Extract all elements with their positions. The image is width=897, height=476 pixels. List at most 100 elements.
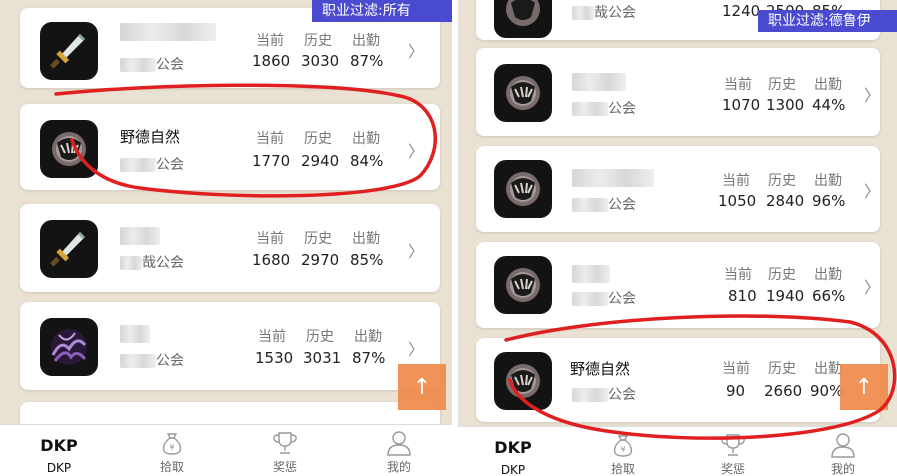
- current-dkp-label: 当前: [724, 77, 752, 93]
- redacted-name: [120, 22, 216, 41]
- history-dkp-value: 1300: [766, 96, 805, 114]
- trophy-icon: [719, 431, 747, 459]
- tab-label: DKP: [46, 461, 72, 475]
- svg-text:¥: ¥: [169, 443, 174, 452]
- member-name: 野德自然: [120, 128, 181, 146]
- tab-label: 奖惩: [720, 462, 745, 476]
- redacted-name: [572, 264, 610, 283]
- tab-label: 拾取: [159, 460, 184, 474]
- history-dkp-value: 2940: [301, 152, 340, 170]
- history-dkp-value: 2970: [301, 251, 340, 269]
- redacted-guild: [572, 102, 608, 116]
- current-dkp-value: 1860: [252, 52, 291, 70]
- history-dkp-label: 历史: [304, 33, 332, 49]
- member-name: [572, 168, 654, 187]
- attendance-value: 85%: [350, 251, 384, 269]
- attendance-label: 出勤: [814, 361, 842, 377]
- guild-name: 公会: [120, 350, 184, 370]
- member-card[interactable]: 哉公会 当前 历史 出勤 1680 2970 85% 〉: [20, 204, 440, 292]
- redacted-guild: [120, 58, 156, 72]
- tab-profile[interactable]: 我的: [344, 425, 452, 476]
- bear-claw-icon: [494, 256, 552, 314]
- bottom-tab-bar: DKP DKP ¥ 拾取 奖惩 我的: [458, 426, 897, 476]
- attendance-label: 出勤: [354, 329, 382, 345]
- bear-claw-icon: [494, 64, 552, 122]
- history-dkp-label: 历史: [306, 329, 334, 345]
- dkp-text-icon: DKP: [40, 435, 78, 455]
- redacted-guild: [572, 198, 608, 212]
- user-icon: [829, 431, 857, 459]
- member-card[interactable]: 野德自然 公会 当前 历史 出勤 1770 2940 84% 〉: [20, 104, 440, 190]
- member-card[interactable]: 公会 当前 历史 出勤 1530 3031 87% 〉: [20, 302, 440, 390]
- history-dkp-label: 历史: [304, 231, 332, 247]
- current-dkp-label: 当前: [256, 131, 284, 147]
- attendance-value: 84%: [350, 152, 384, 170]
- tab-label: 奖惩: [272, 460, 297, 474]
- redacted-guild: [572, 6, 594, 20]
- attendance-label: 出勤: [352, 231, 380, 247]
- redacted-guild: [572, 292, 608, 306]
- guild-name: 公会: [572, 98, 636, 118]
- redacted-guild: [572, 388, 608, 402]
- history-dkp-label: 历史: [768, 267, 796, 283]
- member-card[interactable]: 公会 当前 历史 出勤 1050 2840 96% 〉: [476, 146, 880, 232]
- bear-claw-icon: [40, 120, 98, 178]
- guild-name: 哉公会: [120, 252, 184, 272]
- member-card[interactable]: 野德自然 公会 当前 历史 出勤 90 2660 90%: [476, 338, 880, 422]
- tab-dkp[interactable]: DKP DKP: [458, 427, 568, 476]
- chevron-right-icon: 〉: [408, 340, 425, 359]
- attendance-value: 66%: [812, 287, 846, 305]
- member-name: [572, 264, 610, 283]
- redacted-guild: [120, 256, 142, 270]
- bear-claw-icon: [494, 160, 552, 218]
- current-dkp-value: 90: [726, 382, 746, 400]
- current-dkp-value: 1240: [722, 2, 761, 20]
- scroll-to-top-button[interactable]: ↑: [840, 364, 888, 410]
- tab-label: 拾取: [610, 462, 635, 476]
- tab-loot[interactable]: ¥ 拾取: [117, 425, 227, 476]
- history-dkp-value: 3030: [301, 52, 340, 70]
- attendance-label: 出勤: [352, 33, 380, 49]
- member-name: [120, 324, 150, 343]
- attendance-value: 96%: [812, 192, 846, 210]
- redacted-guild: [120, 158, 156, 172]
- member-name: [572, 72, 626, 91]
- tab-rewards[interactable]: 奖惩: [678, 427, 788, 476]
- shadow-tentacle-icon: [40, 318, 98, 376]
- tab-loot[interactable]: ¥ 拾取: [568, 427, 678, 476]
- guild-name: 公会: [572, 194, 636, 214]
- bear-claw-icon: [494, 352, 552, 410]
- current-dkp-value: 1680: [252, 251, 291, 269]
- chevron-right-icon: 〉: [408, 42, 425, 61]
- member-card[interactable]: 公会 当前 历史 出勤 810 1940 66% 〉: [476, 242, 880, 328]
- attendance-value: 44%: [812, 96, 846, 114]
- tab-label: DKP: [500, 463, 526, 476]
- current-dkp-value: 1050: [718, 192, 757, 210]
- chevron-right-icon: 〉: [864, 182, 880, 201]
- current-dkp-label: 当前: [258, 329, 286, 345]
- redacted-name: [120, 226, 160, 245]
- guild-name: 公会: [572, 288, 636, 308]
- member-card[interactable]: 公会 当前 历史 出勤 1070 1300 44% 〉: [476, 48, 880, 136]
- trophy-icon: [271, 429, 299, 457]
- current-dkp-label: 当前: [722, 173, 750, 189]
- bear-claw-icon: [494, 0, 552, 38]
- class-filter-badge[interactable]: 职业过滤:德鲁伊: [758, 10, 897, 32]
- current-dkp-value: 1530: [255, 349, 294, 367]
- right-screenshot-panel: 职业过滤:德鲁伊 哉公会 1240 2500 85% 公会 当前 历史 出勤 1…: [458, 0, 897, 476]
- chevron-right-icon: 〉: [864, 86, 880, 105]
- tab-dkp[interactable]: DKP DKP: [4, 425, 114, 476]
- history-dkp-value: 1940: [766, 287, 805, 305]
- current-dkp-label: 当前: [722, 361, 750, 377]
- current-dkp-value: 810: [728, 287, 757, 305]
- guild-name: 公会: [572, 384, 636, 404]
- class-filter-badge[interactable]: 职业过滤:所有: [312, 0, 452, 22]
- tab-rewards[interactable]: 奖惩: [230, 425, 340, 476]
- tab-profile[interactable]: 我的: [788, 427, 897, 476]
- user-icon: [385, 429, 413, 457]
- dkp-text-icon: DKP: [494, 437, 532, 457]
- scroll-to-top-button[interactable]: ↑: [398, 364, 446, 410]
- left-screenshot-panel: 职业过滤:所有 公会 当前 历史 出勤 1860 3030 87% 〉 野德自然…: [0, 0, 452, 476]
- current-dkp-value: 1770: [252, 152, 291, 170]
- redacted-name: [120, 324, 150, 343]
